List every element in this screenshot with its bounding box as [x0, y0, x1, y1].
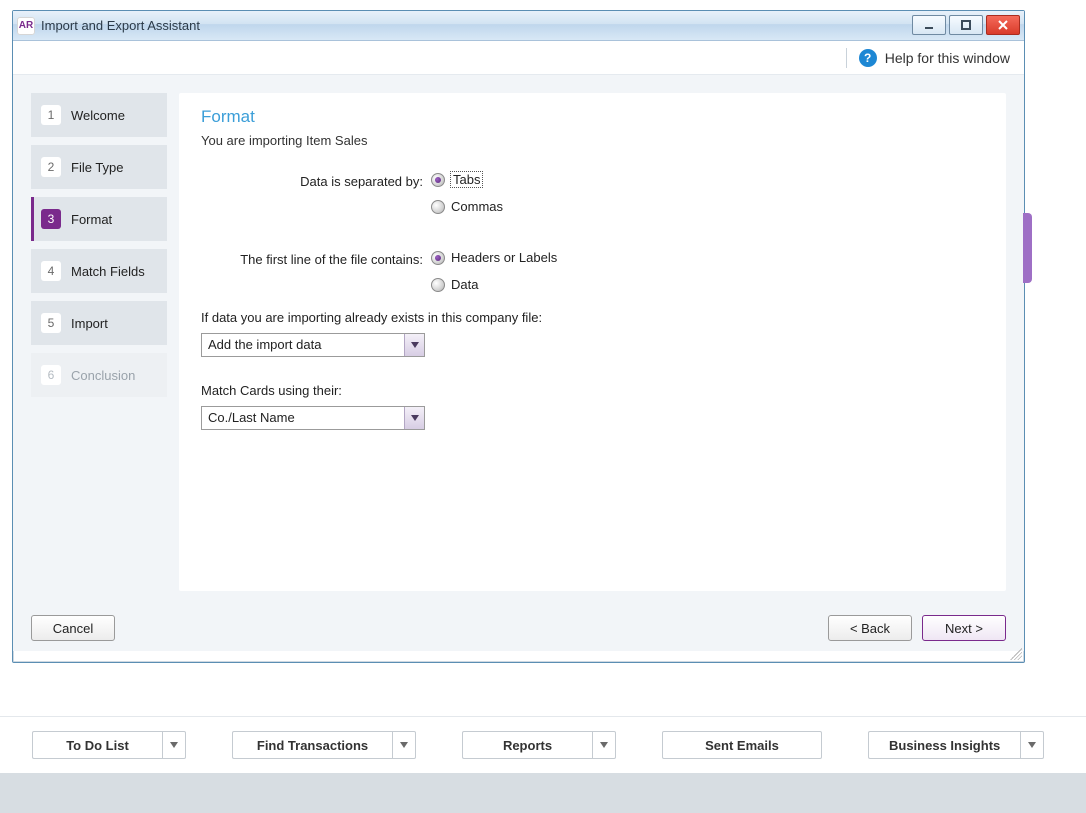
back-button[interactable]: < Back — [828, 615, 912, 641]
separator-label: Data is separated by: — [201, 172, 431, 189]
firstline-row: The first line of the file contains: Hea… — [201, 250, 984, 292]
dropdown-value: Co./Last Name — [202, 407, 404, 429]
button-label: Business Insights — [868, 731, 1020, 759]
close-button[interactable] — [986, 15, 1020, 35]
step-number: 6 — [41, 365, 61, 385]
main-panel: Format You are importing Item Sales Data… — [179, 93, 1006, 591]
radio-label: Tabs — [451, 172, 482, 187]
step-conclusion: 6 Conclusion — [31, 353, 167, 397]
button-label: Find Transactions — [232, 731, 392, 759]
panel-heading: Format — [201, 107, 984, 127]
step-number: 3 — [41, 209, 61, 229]
sent-emails-button[interactable]: Sent Emails — [662, 731, 822, 759]
body-area: 1 Welcome 2 File Type 3 Format 4 Match F… — [13, 75, 1024, 605]
resize-grip-icon[interactable] — [1010, 648, 1022, 660]
radio-tabs[interactable]: Tabs — [431, 172, 503, 187]
radio-label: Data — [451, 277, 478, 292]
import-export-window: AR Import and Export Assistant ? Help fo… — [12, 10, 1025, 663]
radio-data[interactable]: Data — [431, 277, 557, 292]
button-label: Reports — [462, 731, 592, 759]
step-matchfields[interactable]: 4 Match Fields — [31, 249, 167, 293]
step-number: 4 — [41, 261, 61, 281]
radio-label: Headers or Labels — [451, 250, 557, 265]
help-separator — [846, 48, 847, 68]
app-icon: AR — [17, 17, 35, 35]
step-filetype[interactable]: 2 File Type — [31, 145, 167, 189]
radio-commas[interactable]: Commas — [431, 199, 503, 214]
step-label: Format — [71, 212, 112, 227]
step-welcome[interactable]: 1 Welcome — [31, 93, 167, 137]
help-link[interactable]: Help for this window — [885, 50, 1010, 66]
firstline-label: The first line of the file contains: — [201, 250, 431, 267]
step-label: Match Fields — [71, 264, 145, 279]
step-label: Conclusion — [71, 368, 135, 383]
titlebar: AR Import and Export Assistant — [13, 11, 1024, 41]
step-format[interactable]: 3 Format — [31, 197, 167, 241]
side-tab[interactable] — [1023, 213, 1032, 283]
help-icon[interactable]: ? — [859, 49, 877, 67]
radio-label: Commas — [451, 199, 503, 214]
todo-list-button[interactable]: To Do List — [32, 731, 186, 759]
step-label: Welcome — [71, 108, 125, 123]
chevron-down-icon — [404, 334, 424, 356]
window-title: Import and Export Assistant — [41, 18, 200, 33]
separator-row: Data is separated by: Tabs Commas — [201, 172, 984, 214]
window-controls — [912, 15, 1020, 35]
button-label: Sent Emails — [662, 731, 822, 759]
help-bar: ? Help for this window — [13, 41, 1024, 75]
business-insights-button[interactable]: Business Insights — [868, 731, 1044, 759]
next-button[interactable]: Next > — [922, 615, 1006, 641]
radio-icon — [431, 251, 445, 265]
step-label: File Type — [71, 160, 124, 175]
step-number: 2 — [41, 157, 61, 177]
steps-sidebar: 1 Welcome 2 File Type 3 Format 4 Match F… — [31, 93, 167, 605]
dropdown-value: Add the import data — [202, 334, 404, 356]
step-label: Import — [71, 316, 108, 331]
chevron-down-icon[interactable] — [592, 731, 616, 759]
chevron-down-icon[interactable] — [392, 731, 416, 759]
radio-icon — [431, 200, 445, 214]
chevron-down-icon[interactable] — [1020, 731, 1044, 759]
step-number: 5 — [41, 313, 61, 333]
find-transactions-button[interactable]: Find Transactions — [232, 731, 416, 759]
chevron-down-icon — [404, 407, 424, 429]
radio-icon — [431, 278, 445, 292]
step-import[interactable]: 5 Import — [31, 301, 167, 345]
panel-subtitle: You are importing Item Sales — [201, 133, 984, 148]
radio-headers[interactable]: Headers or Labels — [431, 250, 557, 265]
reports-button[interactable]: Reports — [462, 731, 616, 759]
maximize-button[interactable] — [949, 15, 983, 35]
match-label: Match Cards using their: — [201, 383, 984, 398]
exists-label: If data you are importing already exists… — [201, 310, 984, 325]
cancel-button[interactable]: Cancel — [31, 615, 115, 641]
match-dropdown[interactable]: Co./Last Name — [201, 406, 425, 430]
step-number: 1 — [41, 105, 61, 125]
app-footer — [0, 774, 1086, 813]
bottom-toolbar: To Do List Find Transactions Reports Sen… — [0, 716, 1086, 774]
exists-dropdown[interactable]: Add the import data — [201, 333, 425, 357]
chevron-down-icon[interactable] — [162, 731, 186, 759]
minimize-button[interactable] — [912, 15, 946, 35]
dialog-footer: Cancel < Back Next > — [13, 605, 1024, 651]
radio-icon — [431, 173, 445, 187]
button-label: To Do List — [32, 731, 162, 759]
